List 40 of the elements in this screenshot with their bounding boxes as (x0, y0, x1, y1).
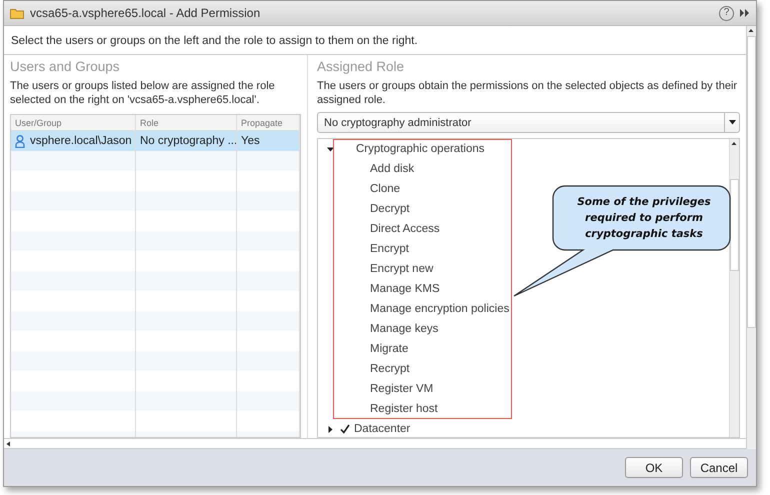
privilege-item[interactable]: Recrypt (370, 363, 410, 375)
cancel-button[interactable]: Cancel (690, 457, 748, 478)
user-name: vsphere.local\Jason (30, 135, 132, 147)
privilege-item[interactable]: Register VM (370, 383, 434, 395)
instruction-text: Select the users or groups on the left and the role to assign to them on the right. (4, 26, 746, 55)
privilege-item[interactable]: Manage keys (370, 323, 438, 335)
privilege-item[interactable]: Direct Access (370, 223, 440, 235)
expand-toggle-icon[interactable] (326, 146, 334, 152)
table-row[interactable]: vsphere.local\Jason No cryptography ... Yes (11, 131, 300, 151)
privilege-item[interactable]: Datacenter (354, 423, 410, 435)
section-heading: Assigned Role (317, 59, 406, 76)
folder-icon (10, 8, 24, 18)
expand-icon[interactable] (740, 9, 750, 17)
scrollbar[interactable] (4, 438, 746, 449)
window-title: vcsa65-a.vsphere65.local - Add Permission (30, 6, 262, 20)
section-description: The users or groups listed below are assigned the role selected on the right on 'vcsa65-a.vsphere65.local'. (10, 79, 276, 107)
expand-toggle-icon[interactable] (326, 426, 334, 432)
ok-button[interactable]: OK (625, 457, 683, 478)
privilege-item[interactable]: Cryptographic operations (356, 143, 484, 155)
callout-text: Some of the privileges required to perform cryptographic tasks (576, 195, 712, 242)
privilege-item[interactable]: Clone (370, 183, 400, 195)
privilege-item[interactable]: Add disk (370, 163, 414, 175)
help-button[interactable]: ? (719, 6, 734, 20)
privilege-item[interactable]: Migrate (370, 343, 408, 355)
privilege-item[interactable]: Register host (370, 403, 438, 415)
privilege-item[interactable]: Manage encryption policies (370, 303, 510, 315)
caret-icon (728, 120, 736, 125)
column-header[interactable]: Role (136, 115, 237, 130)
role-dropdown[interactable]: No cryptography administrator (317, 112, 740, 133)
scrollbar[interactable] (729, 139, 739, 437)
privilege-item[interactable]: Decrypt (370, 203, 410, 215)
column-header[interactable]: Propagate (237, 115, 300, 130)
section-description: The users or groups obtain the permissions on the selected objects as defined by their assigned role. (317, 79, 738, 107)
privilege-item[interactable]: Encrypt (370, 243, 409, 255)
privilege-item[interactable]: Manage KMS (370, 283, 440, 295)
user-icon (15, 134, 25, 148)
privilege-item[interactable]: Encrypt new (370, 263, 434, 275)
column-header[interactable]: User/Group (11, 115, 136, 130)
section-heading: Users and Groups (10, 59, 121, 76)
scrollbar[interactable] (746, 26, 756, 449)
